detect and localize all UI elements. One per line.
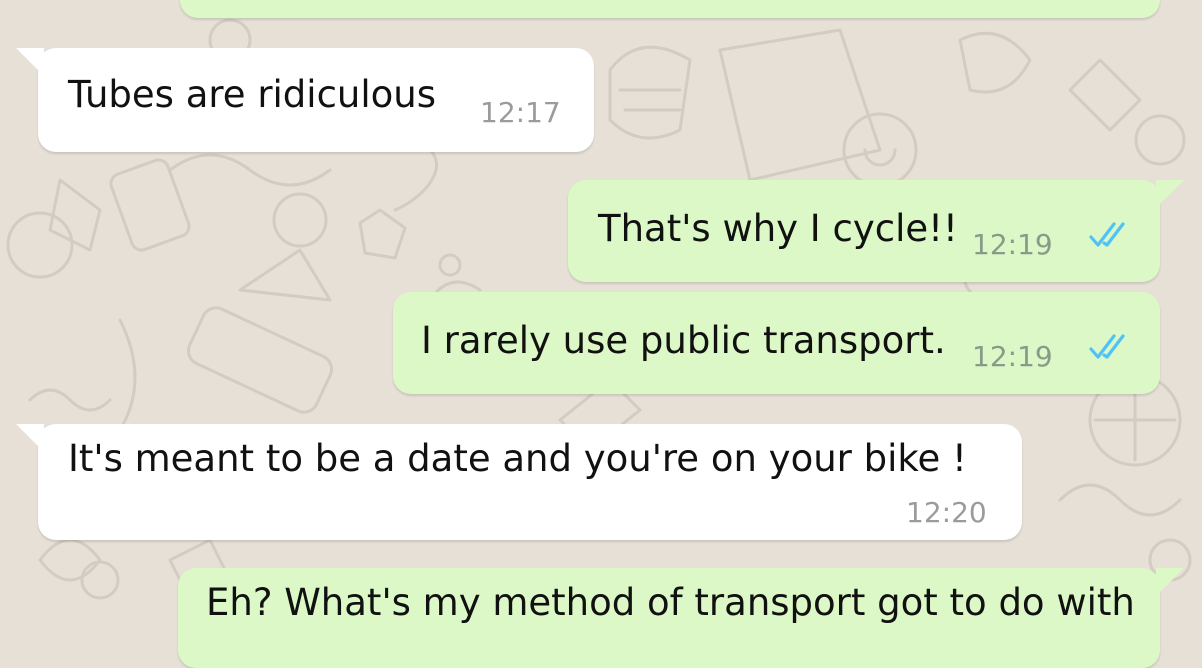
message-bubble-incoming[interactable]: It's meant to be a date and you're on yo…: [16, 424, 1022, 540]
message-text: I rarely use public transport.: [421, 319, 946, 362]
message-text: Eh? What's my method of transport got to…: [206, 581, 1135, 624]
message-text: Tubes are ridiculous: [68, 73, 437, 116]
bubble-tail: [1156, 180, 1184, 208]
message-text: That's why I cycle!!: [598, 207, 958, 250]
message-bubble-outgoing[interactable]: I rarely use public transport. 12:19: [393, 292, 1160, 394]
message-text: It's meant to be a date and you're on yo…: [68, 437, 967, 480]
message-bubble-outgoing[interactable]: That's why I cycle!! 12:19: [568, 180, 1184, 282]
message-bubble-outgoing[interactable]: [180, 0, 1160, 18]
message-bubble-outgoing[interactable]: Eh? What's my method of transport got to…: [178, 568, 1184, 668]
message-bubble-incoming[interactable]: Tubes are ridiculous 12:17: [16, 48, 594, 152]
chat-view[interactable]: Tubes are ridiculous 12:17 That's why I …: [0, 0, 1202, 668]
double-check-icon: [1089, 222, 1125, 247]
bubble-tail: [1156, 568, 1184, 596]
double-check-icon: [1089, 334, 1125, 359]
message-time: 12:19: [972, 340, 1053, 373]
bubble-tail: [16, 424, 44, 452]
message-time: 12:20: [906, 496, 987, 529]
bubble-tail: [16, 48, 44, 76]
message-time: 12:19: [972, 228, 1053, 261]
message-time: 12:17: [480, 96, 561, 129]
